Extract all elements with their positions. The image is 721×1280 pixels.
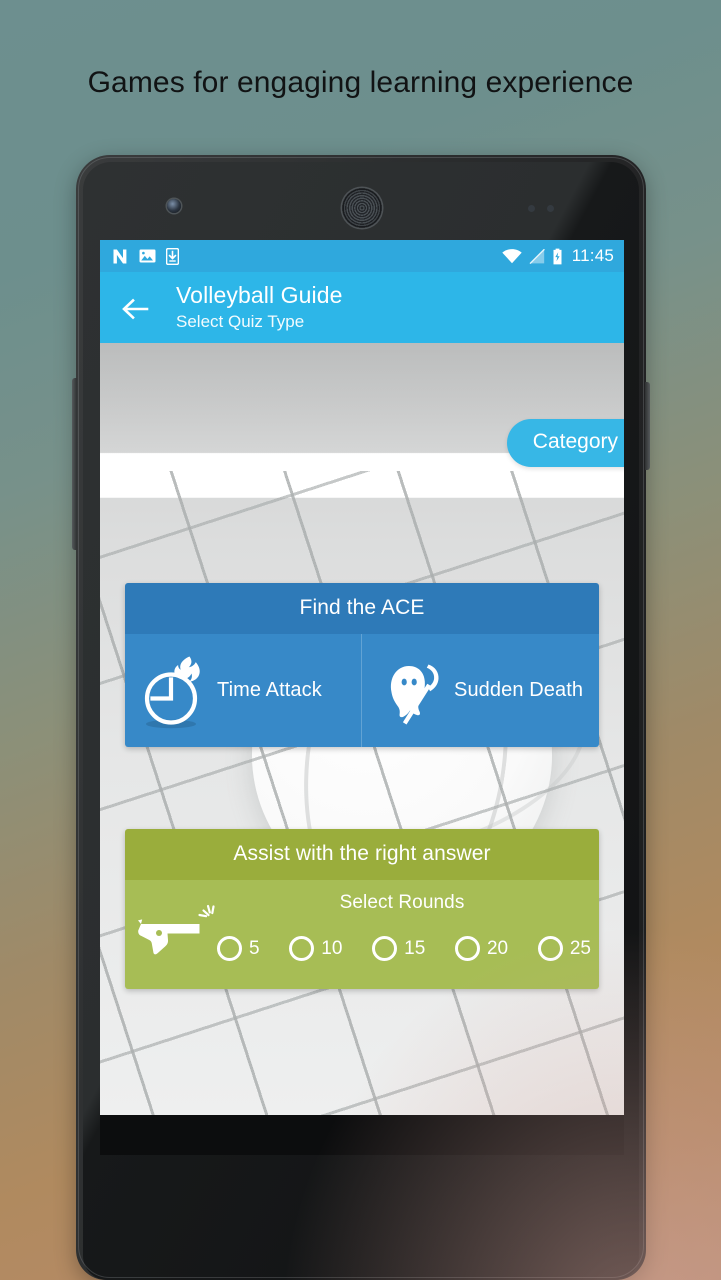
- rounds-options-row: 5 10 15 20 25: [217, 936, 591, 961]
- download-icon: [166, 247, 179, 265]
- promo-background: Games for engaging learning experience 1…: [0, 0, 721, 1280]
- quiz-option-time-attack[interactable]: Time Attack: [125, 634, 362, 747]
- radio-button-icon[interactable]: [454, 936, 480, 961]
- volleyball-net-lines: [100, 471, 624, 1115]
- round-option-label: 10: [321, 937, 343, 959]
- page-title: Volleyball Guide: [176, 282, 343, 309]
- category-button[interactable]: Category: [506, 419, 624, 467]
- app-bar-titles: Volleyball Guide Select Quiz Type: [176, 282, 343, 332]
- clock-flame-icon: [144, 656, 200, 728]
- round-option-20[interactable]: 20: [454, 936, 509, 961]
- cellular-signal-icon: [529, 248, 545, 264]
- quiz-option-sudden-death[interactable]: Sudden Death: [362, 634, 599, 747]
- round-option-5[interactable]: 5: [217, 936, 260, 961]
- radio-button-icon[interactable]: [289, 936, 315, 961]
- wifi-icon: [502, 248, 522, 263]
- quiz-card-options: Time Attack Sudden Death: [125, 634, 599, 747]
- radio-button-icon[interactable]: [372, 936, 398, 961]
- status-bar-right-icons: 11:45: [502, 246, 614, 266]
- round-option-10[interactable]: 10: [289, 936, 342, 961]
- assist-card-header: Assist with the right answer: [125, 829, 599, 880]
- status-bar-left-icons: [112, 247, 179, 265]
- page-subtitle: Select Quiz Type: [176, 311, 305, 331]
- quiz-option-label: Sudden Death: [454, 679, 584, 701]
- back-arrow-icon[interactable]: [120, 294, 150, 324]
- quiz-card-header: Find the ACE: [125, 583, 599, 634]
- power-button[interactable]: [645, 382, 650, 470]
- assist-card-body: Select Rounds 5 10 15 20 25: [125, 880, 599, 989]
- radio-button-icon[interactable]: [537, 936, 563, 961]
- proximity-sensor-icon: [528, 205, 535, 212]
- status-bar: 11:45: [100, 240, 624, 272]
- gallery-image-icon: [139, 249, 156, 263]
- round-option-label: 5: [249, 937, 260, 959]
- content-area: Category Find the ACE Time Attack Sudden…: [100, 343, 624, 1115]
- round-option-label: 25: [569, 937, 591, 959]
- app-bar: Volleyball Guide Select Quiz Type: [100, 272, 624, 343]
- assist-card: Assist with the right answer Select Roun…: [125, 829, 599, 989]
- radio-button-icon[interactable]: [217, 936, 242, 961]
- promo-headline: Games for engaging learning experience: [87, 66, 634, 99]
- volume-button[interactable]: [72, 378, 77, 550]
- round-option-label: 20: [486, 937, 509, 959]
- front-camera-icon: [167, 199, 181, 213]
- grim-reaper-ghost-icon: [390, 664, 439, 724]
- light-sensor-icon: [547, 205, 554, 212]
- nova-launcher-icon: [113, 249, 127, 263]
- battery-charging-icon: [553, 248, 562, 264]
- phone-screen: 11:45 Volleyball Guide Select Quiz Type …: [100, 240, 624, 1115]
- round-option-15[interactable]: 15: [372, 936, 425, 961]
- quiz-card-find-the-ace: Find the ACE Time Attack Sudden Death: [125, 583, 599, 747]
- round-option-label: 15: [404, 937, 426, 959]
- round-option-25[interactable]: 25: [537, 936, 591, 961]
- phone-bottom-chin: [100, 1115, 624, 1155]
- status-bar-clock: 11:45: [571, 246, 614, 265]
- earpiece-speaker-icon: [342, 188, 382, 228]
- quiz-option-label: Time Attack: [217, 679, 322, 701]
